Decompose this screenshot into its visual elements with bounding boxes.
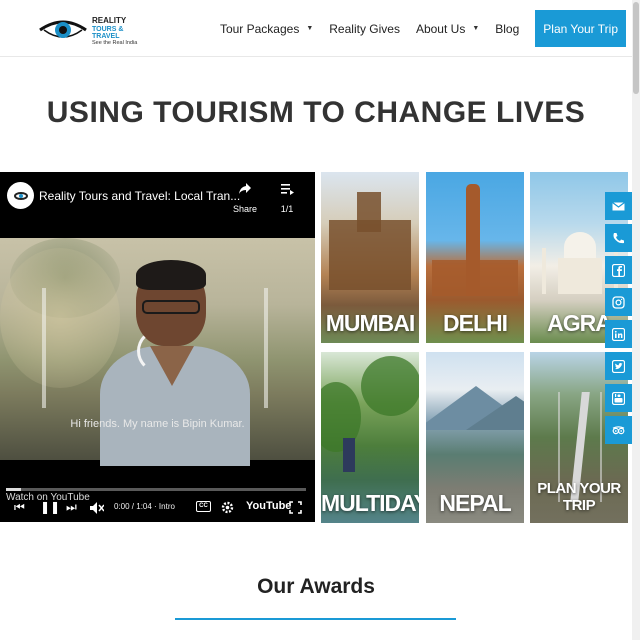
multiday-boat bbox=[343, 438, 355, 472]
caret-down-icon: ▼ bbox=[472, 25, 480, 32]
mute-icon[interactable] bbox=[90, 502, 104, 514]
caret-down-icon: ▼ bbox=[306, 25, 314, 32]
fullscreen-icon[interactable] bbox=[289, 501, 302, 514]
video-chapter: Intro bbox=[158, 502, 175, 511]
eye-logo-icon bbox=[39, 20, 87, 38]
playlist-button[interactable]: 1/1 bbox=[276, 182, 298, 214]
video-progress-fill bbox=[6, 488, 21, 491]
delhi-ruins bbox=[432, 260, 518, 296]
share-label: Share bbox=[232, 204, 258, 214]
tile-multiday[interactable]: MULTIDAY bbox=[321, 352, 419, 523]
multiday-palm bbox=[361, 356, 419, 416]
main-nav: Tour Packages ▼ Reality Gives About Us ▼… bbox=[220, 0, 632, 57]
facebook-icon[interactable] bbox=[605, 256, 632, 284]
nav-item-about-us[interactable]: About Us ▼ bbox=[416, 22, 479, 36]
video-time: 0:00 / 1:04 · Intro bbox=[114, 502, 175, 511]
brand-wordmark: REALITY TOURS & TRAVEL See the Real Indi… bbox=[92, 17, 148, 47]
playlist-icon bbox=[280, 184, 294, 195]
multiday-foliage bbox=[321, 382, 361, 452]
previous-icon[interactable]: ⏮ bbox=[14, 500, 25, 515]
nav-item-tour-packages[interactable]: Tour Packages ▼ bbox=[220, 22, 313, 36]
linkedin-icon[interactable] bbox=[605, 320, 632, 348]
tile-label: DELHI bbox=[443, 310, 508, 336]
page-scrollbar[interactable] bbox=[632, 0, 640, 640]
page-title: USING TOURISM TO CHANGE LIVES bbox=[46, 96, 586, 129]
tile-mumbai[interactable]: MUMBAI bbox=[321, 172, 419, 343]
youtube-logo[interactable]: YouTube bbox=[246, 500, 291, 512]
channel-avatar[interactable] bbox=[7, 182, 34, 209]
agra-base bbox=[558, 258, 602, 294]
pause-icon[interactable]: ❚❚ bbox=[40, 500, 60, 514]
awards-heading: Our Awards bbox=[257, 575, 375, 598]
closed-captions-button[interactable]: CC bbox=[196, 501, 211, 512]
nav-item-label: About Us bbox=[415, 21, 466, 36]
agra-minaret bbox=[542, 248, 546, 294]
youtube-video-player[interactable]: Reality Tours and Travel: Local Tran... … bbox=[0, 172, 315, 522]
youtube-icon[interactable] bbox=[605, 384, 632, 412]
phone-icon[interactable] bbox=[605, 224, 632, 252]
share-icon bbox=[239, 183, 251, 194]
brand-name-line2: TOURS & TRAVEL bbox=[92, 26, 124, 40]
share-button[interactable]: Share bbox=[232, 182, 258, 214]
nav-item-label: Tour Packages bbox=[219, 21, 300, 36]
plan-your-trip-button[interactable]: Plan Your Trip bbox=[535, 10, 626, 47]
nav-item-label: Blog bbox=[495, 21, 520, 36]
video-title[interactable]: Reality Tours and Travel: Local Tran... bbox=[39, 189, 240, 203]
next-icon[interactable]: ⏭ bbox=[66, 500, 77, 515]
tile-label: NEPAL bbox=[439, 490, 511, 516]
twitter-icon[interactable] bbox=[605, 352, 632, 380]
mumbai-tower bbox=[357, 192, 381, 232]
social-sidebar bbox=[605, 192, 632, 448]
scrollbar-thumb[interactable] bbox=[633, 2, 639, 94]
tile-delhi[interactable]: DELHI bbox=[426, 172, 524, 343]
speaker-glasses bbox=[142, 300, 200, 314]
tile-label: MUMBAI bbox=[325, 310, 416, 336]
brand-logo[interactable]: REALITY TOURS & TRAVEL See the Real Indi… bbox=[38, 14, 148, 47]
nav-item-label: Reality Gives bbox=[329, 21, 400, 36]
playlist-count: 1/1 bbox=[280, 204, 294, 214]
brand-tagline: See the Real India bbox=[92, 40, 138, 46]
channel-logo-icon bbox=[13, 191, 28, 200]
tripadvisor-icon[interactable] bbox=[605, 416, 632, 444]
video-background-blur bbox=[0, 248, 120, 388]
video-background-pole bbox=[264, 288, 268, 408]
nepal-mountain bbox=[466, 396, 524, 430]
loading-spinner-icon bbox=[137, 329, 181, 373]
tile-label: PLAN YOUR TRIP bbox=[537, 480, 621, 514]
instagram-icon[interactable] bbox=[605, 288, 632, 316]
video-time-value: 0:00 / 1:04 bbox=[114, 502, 152, 511]
site-header: REALITY TOURS & TRAVEL See the Real Indi… bbox=[0, 0, 632, 57]
brand-name-line1: REALITY bbox=[92, 16, 127, 25]
nav-item-blog[interactable]: Blog bbox=[495, 22, 519, 36]
mail-icon[interactable] bbox=[605, 192, 632, 220]
awards-divider bbox=[175, 618, 456, 620]
video-background-pole bbox=[42, 288, 46, 408]
video-progress-bar[interactable] bbox=[6, 488, 306, 491]
video-subtitle: Hi friends. My name is Bipin Kumar. bbox=[70, 418, 245, 430]
nav-item-reality-gives[interactable]: Reality Gives bbox=[329, 22, 400, 36]
video-controls: Watch on YouTube ⏮ ❚❚ ⏭ 0:00 / 1:04 · In… bbox=[0, 492, 315, 520]
gear-icon[interactable] bbox=[221, 501, 234, 514]
tile-nepal[interactable]: NEPAL bbox=[426, 352, 524, 523]
tile-label: MULTIDAY bbox=[321, 490, 419, 516]
speaker-hair bbox=[136, 260, 206, 290]
video-top-bar: Reality Tours and Travel: Local Tran... … bbox=[0, 172, 315, 222]
